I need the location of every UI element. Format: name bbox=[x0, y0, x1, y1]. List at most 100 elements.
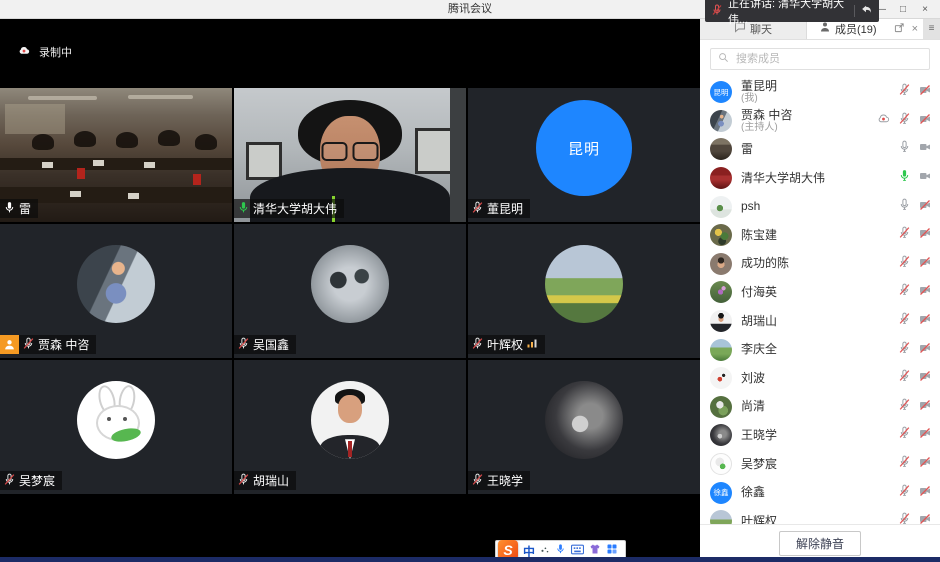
mic-muted-icon[interactable] bbox=[898, 398, 911, 416]
member-row[interactable]: 叶辉权 bbox=[700, 507, 940, 524]
camera-off-icon[interactable] bbox=[918, 226, 932, 244]
tile-name-label: 叶辉权 bbox=[468, 335, 545, 354]
video-tile[interactable]: 吴梦宸 bbox=[0, 360, 232, 494]
camera-off-icon[interactable] bbox=[918, 512, 932, 524]
video-tile[interactable]: 叶辉权 bbox=[468, 224, 700, 358]
mic-speaking-icon[interactable] bbox=[898, 169, 911, 187]
taskbar-edge bbox=[0, 557, 940, 562]
mic-muted-icon[interactable] bbox=[898, 341, 911, 359]
mic-muted-icon[interactable] bbox=[898, 484, 911, 502]
video-tile[interactable]: 贾森 中咨 bbox=[0, 224, 232, 358]
host-badge-icon bbox=[0, 335, 19, 354]
video-tile[interactable]: 吴国鑫 bbox=[234, 224, 466, 358]
camera-off-icon[interactable] bbox=[918, 341, 932, 359]
member-row[interactable]: 贾森 中咨(主持人) bbox=[700, 107, 940, 136]
member-name: 贾森 中咨 bbox=[741, 109, 792, 122]
mic-muted-icon[interactable] bbox=[898, 312, 911, 330]
camera-off-icon[interactable] bbox=[918, 455, 932, 473]
member-name-block: 李庆全 bbox=[741, 343, 777, 356]
mic-muted-icon[interactable] bbox=[898, 512, 911, 524]
tile-name-label: 董昆明 bbox=[468, 199, 530, 218]
mic-on-icon bbox=[3, 201, 16, 217]
mic-muted-icon bbox=[3, 473, 16, 489]
search-input[interactable] bbox=[734, 52, 922, 66]
member-row[interactable]: 王晓学 bbox=[700, 421, 940, 450]
panel-menu-icon[interactable]: ≡ bbox=[923, 18, 940, 39]
member-avatar bbox=[710, 424, 732, 446]
undo-arrow-icon[interactable] bbox=[860, 3, 873, 19]
member-name-block: 吴梦宸 bbox=[741, 458, 777, 471]
member-avatar bbox=[710, 310, 732, 332]
camera-off-icon[interactable] bbox=[918, 312, 932, 330]
member-name: 李庆全 bbox=[741, 343, 777, 356]
recording-label: 录制中 bbox=[39, 44, 72, 60]
close-button[interactable]: × bbox=[914, 4, 936, 15]
mic-muted-icon[interactable] bbox=[898, 83, 911, 101]
member-row[interactable]: 刘波 bbox=[700, 364, 940, 393]
tile-name-label: 吴梦宸 bbox=[0, 471, 62, 490]
member-row[interactable]: 清华大学胡大伟 bbox=[700, 164, 940, 193]
avatar bbox=[311, 245, 389, 323]
camera-off-icon[interactable] bbox=[918, 426, 932, 444]
avatar: 昆明 bbox=[536, 100, 632, 196]
video-tile[interactable]: 清华大学胡大伟 bbox=[234, 88, 466, 222]
video-tile[interactable]: 王晓学 bbox=[468, 360, 700, 494]
member-row[interactable]: 雷 bbox=[700, 135, 940, 164]
member-status bbox=[898, 226, 932, 244]
mic-muted-icon[interactable] bbox=[898, 255, 911, 273]
member-panel: 聊天 成员(19) × ≡ 昆明董昆明(我)贾森 中咨(主持人)雷清华大学胡大伟… bbox=[700, 18, 940, 562]
member-row[interactable]: 付海英 bbox=[700, 278, 940, 307]
video-tile[interactable]: 雷 bbox=[0, 88, 232, 222]
mic-muted-icon[interactable] bbox=[898, 283, 911, 301]
member-avatar bbox=[710, 281, 732, 303]
maximize-button[interactable]: □ bbox=[892, 4, 914, 15]
member-name: 吴梦宸 bbox=[741, 458, 777, 471]
close-panel-icon[interactable]: × bbox=[912, 23, 918, 35]
mic-muted-icon[interactable] bbox=[898, 226, 911, 244]
member-row[interactable]: psh bbox=[700, 192, 940, 221]
recording-indicator: 录制中 bbox=[16, 44, 72, 60]
member-avatar: 徐鑫 bbox=[710, 482, 732, 504]
camera-off-icon[interactable] bbox=[918, 198, 932, 216]
camera-off-icon[interactable] bbox=[918, 83, 932, 101]
camera-off-icon[interactable] bbox=[918, 484, 932, 502]
member-row[interactable]: 昆明董昆明(我) bbox=[700, 78, 940, 107]
member-status bbox=[898, 369, 932, 387]
camera-on-icon[interactable] bbox=[918, 140, 932, 158]
popout-panel-icon[interactable] bbox=[894, 20, 905, 38]
member-avatar bbox=[710, 253, 732, 275]
video-tile[interactable]: 胡瑞山 bbox=[234, 360, 466, 494]
mic-on-icon[interactable] bbox=[898, 198, 911, 216]
camera-on-icon[interactable] bbox=[918, 169, 932, 187]
camera-off-icon[interactable] bbox=[918, 283, 932, 301]
member-row[interactable]: 李庆全 bbox=[700, 335, 940, 364]
mic-on-icon[interactable] bbox=[898, 140, 911, 158]
mic-muted-icon[interactable] bbox=[898, 426, 911, 444]
tile-name-label: 胡瑞山 bbox=[234, 471, 296, 490]
unmute-button[interactable]: 解除静音 bbox=[779, 531, 861, 556]
tile-name-label: 贾森 中咨 bbox=[19, 335, 96, 354]
member-row[interactable]: 吴梦宸 bbox=[700, 450, 940, 479]
mic-muted-icon[interactable] bbox=[898, 112, 911, 130]
camera-off-icon[interactable] bbox=[918, 112, 932, 130]
camera-off-icon[interactable] bbox=[918, 369, 932, 387]
member-status bbox=[898, 255, 932, 273]
video-tile[interactable]: 昆明 董昆明 bbox=[468, 88, 700, 222]
member-name: 成功的陈 bbox=[741, 257, 789, 270]
camera-off-icon[interactable] bbox=[918, 255, 932, 273]
camera-off-icon[interactable] bbox=[918, 398, 932, 416]
member-name-block: 清华大学胡大伟 bbox=[741, 172, 825, 185]
member-row[interactable]: 陈宝建 bbox=[700, 221, 940, 250]
meeting-window: 腾讯会议 — □ × 正在讲话: 清华大学胡大伟... 录制中 bbox=[0, 0, 940, 562]
member-status bbox=[898, 426, 932, 444]
mic-muted-icon[interactable] bbox=[898, 455, 911, 473]
member-name-block: 付海英 bbox=[741, 286, 777, 299]
member-row[interactable]: 徐鑫徐鑫 bbox=[700, 478, 940, 507]
member-row[interactable]: 成功的陈 bbox=[700, 250, 940, 279]
mic-muted-icon bbox=[471, 473, 484, 489]
member-row[interactable]: 胡瑞山 bbox=[700, 307, 940, 336]
member-row[interactable]: 尚清 bbox=[700, 393, 940, 422]
member-name: 刘波 bbox=[741, 372, 765, 385]
mic-muted-icon[interactable] bbox=[898, 369, 911, 387]
tile-name-label: 雷 bbox=[0, 199, 38, 218]
